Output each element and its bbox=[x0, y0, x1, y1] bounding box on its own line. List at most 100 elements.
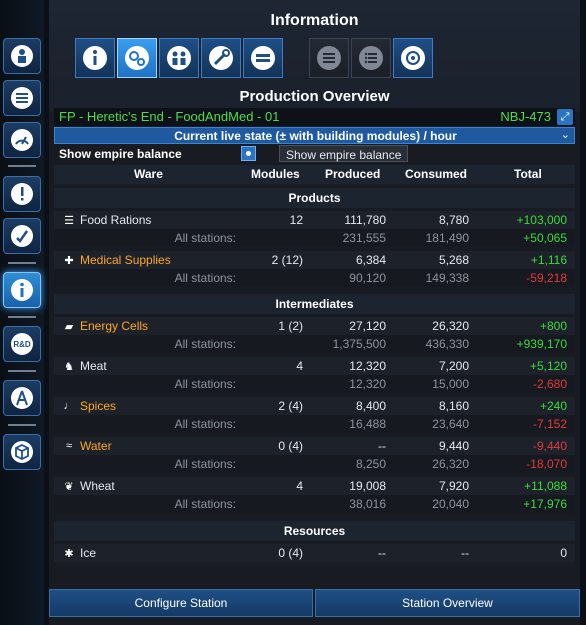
all-stations-label: All stations: bbox=[174, 457, 236, 471]
ware-name: Food Rations bbox=[80, 213, 152, 227]
mode-dropdown[interactable]: Current live state (± with building modu… bbox=[54, 127, 575, 144]
sidebar-info-button[interactable] bbox=[3, 272, 41, 308]
table-row-spices[interactable]: ♩ Spices 2 (4) 8,400 8,160 +240 bbox=[54, 397, 575, 415]
sidebar-divider bbox=[8, 262, 36, 264]
table-row-meat[interactable]: ♞ Meat 4 12,320 7,200 +5,120 bbox=[54, 357, 575, 375]
tab-maintenance[interactable] bbox=[201, 38, 241, 78]
table-row-ice[interactable]: ✱ Ice 0 (4) -- -- 0 bbox=[54, 544, 575, 562]
section-title: Production Overview bbox=[239, 88, 390, 105]
table-row-all-stations: All stations: 1,375,500 436,330 +939,170 bbox=[54, 335, 575, 353]
expand-icon[interactable]: ⤢ bbox=[557, 109, 573, 125]
player-info-icon bbox=[11, 45, 33, 67]
consumed-value: 26,320 bbox=[432, 319, 469, 333]
section-products: Products bbox=[54, 188, 575, 208]
table-row-energy-cells[interactable]: ▰ Energy Cells 1 (2) 27,120 26,320 +800 bbox=[54, 317, 575, 335]
alert-icon bbox=[11, 183, 33, 205]
wheat-icon: ❦ bbox=[64, 480, 74, 493]
table-row-medical-supplies[interactable]: ✚ Medical Supplies 2 (12) 6,384 5,268 +1,… bbox=[54, 251, 575, 269]
sidebar-alerts-button[interactable] bbox=[3, 176, 41, 212]
modules-value: 2 (12) bbox=[271, 253, 303, 267]
total-value: -18,070 bbox=[526, 457, 567, 471]
empire-balance-checkbox[interactable] bbox=[241, 146, 256, 161]
modules-value: 4 bbox=[296, 359, 303, 373]
column-header-consumed[interactable]: Consumed bbox=[405, 167, 467, 181]
configure-station-button[interactable]: Configure Station bbox=[49, 589, 313, 617]
station-overview-button[interactable]: Station Overview bbox=[315, 589, 580, 617]
tab-target[interactable] bbox=[393, 38, 433, 78]
tab-logbook[interactable] bbox=[309, 38, 349, 78]
table-row-food-rations[interactable]: ☰ Food Rations 12 111,780 8,780 +103,000 bbox=[54, 211, 575, 229]
ware-name: Spices bbox=[80, 399, 117, 413]
sidebar-research-button[interactable]: R&D bbox=[3, 326, 41, 362]
produced-value: 16,488 bbox=[349, 417, 386, 431]
consumed-value: 7,920 bbox=[438, 479, 469, 493]
orders-icon bbox=[359, 46, 383, 70]
produced-value: 8,250 bbox=[355, 457, 386, 471]
station-code: NBJ-473 bbox=[500, 109, 551, 124]
all-stations-label: All stations: bbox=[174, 337, 236, 351]
table-row-all-stations: All stations: 90,120 149,338 -59,218 bbox=[54, 269, 575, 287]
consumed-value: 8,780 bbox=[438, 213, 469, 227]
table-row-all-stations: All stations: 12,320 15,000 -2,680 bbox=[54, 375, 575, 393]
column-header-modules[interactable]: Modules bbox=[251, 167, 300, 181]
panel-title: Information bbox=[270, 12, 359, 29]
tooltip: Show empire balance bbox=[279, 145, 409, 162]
spices-icon: ♩ bbox=[63, 400, 75, 412]
wrench-icon bbox=[209, 46, 233, 70]
tab-crew[interactable] bbox=[159, 38, 199, 78]
consumed-value: 26,320 bbox=[432, 457, 469, 471]
tab-storage[interactable] bbox=[243, 38, 283, 78]
produced-value: -- bbox=[378, 546, 386, 560]
tab-orders[interactable] bbox=[351, 38, 391, 78]
tab-production[interactable] bbox=[117, 38, 157, 78]
total-value: +17,976 bbox=[523, 497, 567, 511]
consumed-value: 436,330 bbox=[425, 337, 469, 351]
water-icon: ≈ bbox=[65, 440, 73, 452]
consumed-value: -- bbox=[461, 546, 469, 560]
total-value: +11,088 bbox=[524, 479, 567, 493]
missions-icon bbox=[11, 225, 33, 247]
total-value: +240 bbox=[539, 399, 567, 413]
modules-value: 2 (4) bbox=[278, 399, 303, 413]
sidebar-crate-button[interactable] bbox=[3, 434, 41, 470]
svg-text:R&D: R&D bbox=[13, 340, 31, 349]
crate-icon bbox=[11, 441, 33, 463]
column-header-produced[interactable]: Produced bbox=[325, 167, 380, 181]
total-value: -7,152 bbox=[532, 417, 567, 431]
produced-value: 6,384 bbox=[355, 253, 386, 267]
section-resources: Resources bbox=[54, 521, 575, 541]
produced-value: 90,120 bbox=[349, 271, 386, 285]
sidebar-list-button[interactable] bbox=[3, 80, 41, 116]
table-row-all-stations: All stations: 231,555 181,490 +50,065 bbox=[54, 229, 575, 247]
total-value: +5,120 bbox=[529, 359, 567, 373]
sidebar-build-button[interactable] bbox=[3, 380, 41, 416]
sidebar-missions-button[interactable] bbox=[3, 218, 41, 254]
sidebar-map-button[interactable] bbox=[3, 122, 41, 158]
total-value: +50,065 bbox=[523, 231, 567, 245]
produced-value: 12,320 bbox=[349, 377, 386, 391]
produced-value: 1,375,500 bbox=[332, 337, 386, 351]
column-header-total[interactable]: Total bbox=[514, 167, 542, 181]
station-bar: FP - Heretic's End - FoodAndMed - 01 NBJ… bbox=[54, 108, 575, 126]
produced-value: 12,320 bbox=[349, 359, 386, 373]
tab-information[interactable] bbox=[75, 38, 115, 78]
table-row-water[interactable]: ≈ Water 0 (4) -- 9,440 -9,440 bbox=[54, 437, 575, 455]
consumed-value: 181,490 bbox=[425, 231, 469, 245]
produced-value: 19,008 bbox=[349, 479, 386, 493]
total-value: -59,218 bbox=[526, 271, 567, 285]
target-icon bbox=[401, 46, 425, 70]
produced-value: -- bbox=[378, 439, 386, 453]
table-row-wheat[interactable]: ❦ Wheat 4 19,008 7,920 +11,088 bbox=[54, 477, 575, 495]
gears-icon bbox=[125, 46, 149, 70]
column-header-ware[interactable]: Ware bbox=[134, 167, 163, 181]
station-name: FP - Heretic's End - FoodAndMed - 01 bbox=[59, 109, 280, 124]
info-icon bbox=[11, 279, 33, 301]
chevron-down-icon: ⌄ bbox=[560, 129, 570, 141]
consumed-value: 20,040 bbox=[432, 497, 469, 511]
sidebar-divider bbox=[8, 424, 36, 426]
storage-icon bbox=[251, 46, 275, 70]
modules-value: 12 bbox=[289, 213, 303, 227]
info-panel: Information Production Overview FP - Her… bbox=[49, 0, 580, 625]
modules-value: 0 (4) bbox=[278, 439, 303, 453]
sidebar-player-button[interactable] bbox=[3, 38, 41, 74]
